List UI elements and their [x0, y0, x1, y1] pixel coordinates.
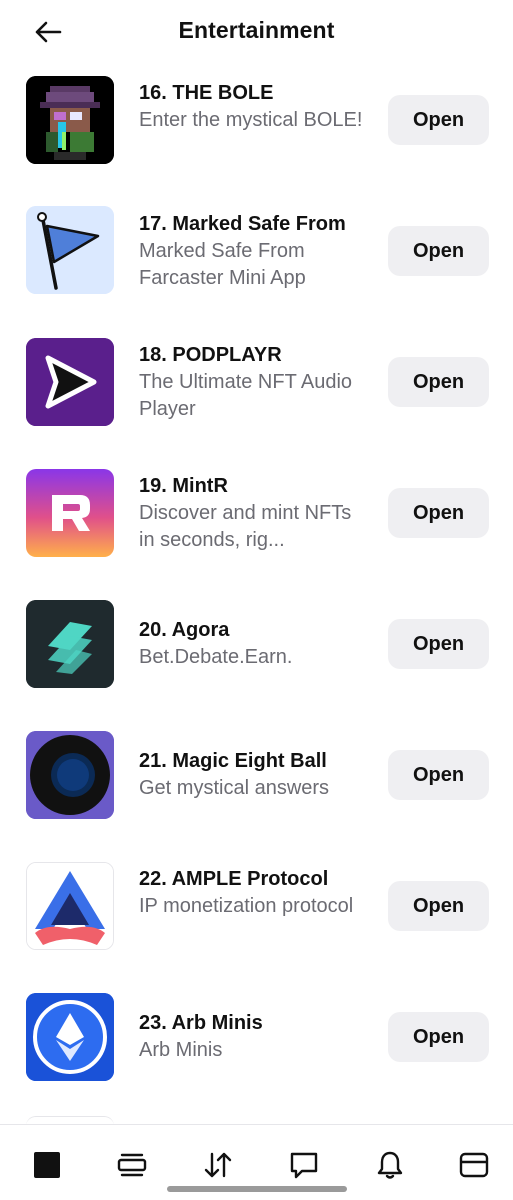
cards-stack-icon	[117, 1153, 147, 1177]
next-item-peek	[26, 1116, 114, 1124]
app-text: 19. MintR Discover and mint NFTs in seco…	[139, 473, 371, 554]
open-button[interactable]: Open	[388, 488, 489, 538]
app-name: 23. Arb Minis	[139, 1012, 263, 1034]
tab-messages[interactable]	[284, 1145, 324, 1185]
agora-logo-icon	[26, 600, 114, 688]
tab-home[interactable]	[27, 1145, 67, 1185]
app-name: 18. PODPLAYR	[139, 344, 282, 366]
app-name: 22. AMPLE Protocol	[139, 868, 329, 890]
play-triangle-icon	[26, 338, 114, 426]
ethereum-logo-icon	[26, 993, 114, 1081]
tab-notifications[interactable]	[370, 1145, 410, 1185]
open-button[interactable]: Open	[388, 619, 489, 669]
home-square-icon	[34, 1152, 60, 1178]
list-item[interactable]: 23. Arb Minis Arb Minis Open	[0, 979, 513, 1110]
open-button[interactable]: Open	[388, 226, 489, 276]
app-description: The Ultimate NFT Audio Player	[139, 371, 353, 420]
app-description: Enter the mystical BOLE!	[139, 109, 363, 131]
bell-icon	[377, 1151, 403, 1179]
open-button[interactable]: Open	[388, 881, 489, 931]
tab-wallet[interactable]	[454, 1145, 494, 1185]
chat-bubble-icon	[290, 1152, 318, 1179]
app-description: IP monetization protocol	[139, 895, 354, 917]
app-text: 23. Arb Minis Arb Minis	[139, 1010, 371, 1064]
app-text: 21. Magic Eight Ball Get mystical answer…	[139, 748, 371, 802]
page-title: Entertainment	[178, 17, 335, 43]
swap-arrows-icon	[204, 1152, 232, 1178]
app-text: 22. AMPLE Protocol IP monetization proto…	[139, 866, 371, 920]
tab-swap[interactable]	[198, 1145, 238, 1185]
eight-ball-icon	[26, 731, 114, 819]
app-name: 19. MintR	[139, 475, 228, 497]
list-item[interactable]: 21. Magic Eight Ball Get mystical answer…	[0, 717, 513, 848]
list-item[interactable]: 18. PODPLAYR The Ultimate NFT Audio Play…	[0, 324, 513, 455]
app-text: 16. THE BOLE Enter the mystical BOLE!	[139, 80, 371, 134]
list-item[interactable]: 22. AMPLE Protocol IP monetization proto…	[0, 848, 513, 979]
wallet-icon	[459, 1152, 489, 1178]
app-text: 18. PODPLAYR The Ultimate NFT Audio Play…	[139, 342, 371, 423]
app-description: Bet.Debate.Earn.	[139, 646, 293, 668]
app-text: 17. Marked Safe From Marked Safe From Fa…	[139, 211, 371, 292]
open-button[interactable]: Open	[388, 357, 489, 407]
letter-r-logo-icon	[26, 469, 114, 557]
tab-feed[interactable]	[112, 1145, 152, 1185]
ample-logo-icon	[26, 862, 114, 950]
list-item[interactable]: 16. THE BOLE Enter the mystical BOLE! Op…	[0, 62, 513, 193]
top-bar: Entertainment	[0, 0, 513, 62]
app-name: 20. Agora	[139, 619, 230, 641]
pixel-wizard-avatar-icon	[26, 76, 114, 164]
app-description: Get mystical answers	[139, 777, 330, 799]
list-item[interactable]: 20. Agora Bet.Debate.Earn. Open	[0, 586, 513, 717]
open-button[interactable]: Open	[388, 95, 489, 145]
app-description: Discover and mint NFTs in seconds, rig..…	[139, 502, 352, 551]
open-button[interactable]: Open	[388, 750, 489, 800]
app-description: Arb Minis	[139, 1039, 223, 1061]
open-button[interactable]: Open	[388, 1012, 489, 1062]
blue-flag-icon	[26, 206, 114, 294]
app-name: 16. THE BOLE	[139, 82, 274, 104]
list-item[interactable]: 19. MintR Discover and mint NFTs in seco…	[0, 455, 513, 586]
app-list[interactable]: 16. THE BOLE Enter the mystical BOLE! Op…	[0, 62, 513, 1124]
app-name: 17. Marked Safe From	[139, 213, 346, 235]
app-text: 20. Agora Bet.Debate.Earn.	[139, 617, 371, 671]
app-description: Marked Safe From Farcaster Mini App	[139, 240, 306, 289]
app-name: 21. Magic Eight Ball	[139, 750, 327, 772]
list-item[interactable]: 17. Marked Safe From Marked Safe From Fa…	[0, 193, 513, 324]
home-indicator	[167, 1186, 347, 1192]
